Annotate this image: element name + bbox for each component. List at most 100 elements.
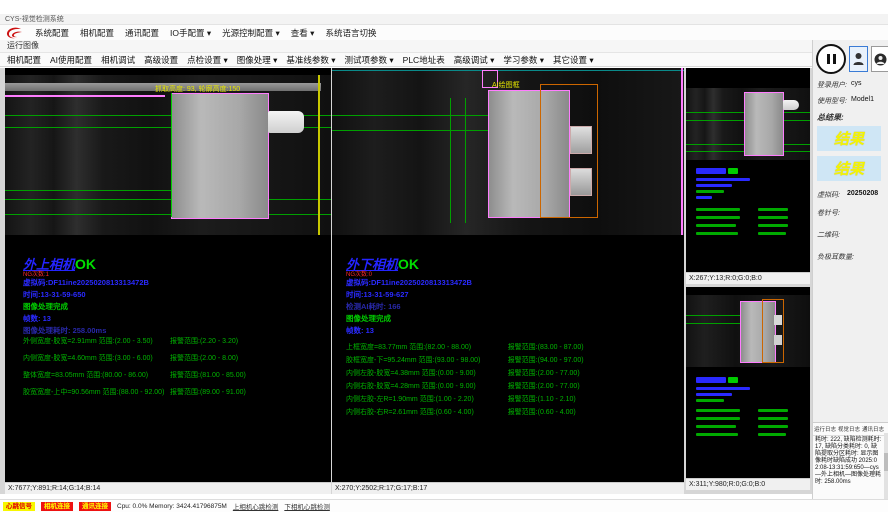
mini-text-bar xyxy=(696,417,740,420)
camera-panel-outer-top[interactable]: 抓取高度: 93, 轮廓高度:150 外上相机OK NG次数:1 虚拟码:DF1… xyxy=(5,68,331,494)
measurement-rows: 上框宽度=83.77mm 范围:(82.00 - 88.00)报警范围:(83.… xyxy=(346,342,676,426)
mini-text-bar xyxy=(696,184,732,187)
model-label: 使用型号: xyxy=(817,96,847,106)
toolbar-image-processing[interactable]: 图像处理 ▾ xyxy=(237,54,278,66)
log-tab-comm[interactable]: 通讯日志 xyxy=(862,425,884,433)
log-tab-vision[interactable]: 视觉日志 xyxy=(838,425,860,433)
pause-icon xyxy=(827,54,830,64)
ai-elapsed-text: 检测AI耗时: 166 xyxy=(346,301,401,312)
alarm-range: 报警范围:(2.00 - 8.00) xyxy=(170,353,238,363)
mini-text-bar xyxy=(696,433,738,436)
log-scrollbar[interactable] xyxy=(884,433,888,499)
overlay-green-line xyxy=(5,199,331,200)
tab-run-image[interactable]: 运行图像 xyxy=(7,41,39,50)
mini-camera-image[interactable] xyxy=(686,295,810,367)
alarm-range: 报警范围:(2.00 - 77.00) xyxy=(508,368,580,378)
toolbar-plc-address[interactable]: PLC地址表 xyxy=(403,54,445,66)
measurement-row: 内侧左胶-胶宽=4.38mm 范围:(0.00 - 9.00)报警范围:(2.0… xyxy=(346,368,676,378)
mini-text-bar xyxy=(696,190,724,193)
log-tabs: 运行日志 视觉日志 通讯日志 xyxy=(813,423,888,436)
user-login-button[interactable] xyxy=(849,46,868,72)
mini-text-bar xyxy=(758,425,788,428)
toolbar-camera-config[interactable]: 相机配置 xyxy=(7,54,41,66)
menu-item-view[interactable]: 查看 ▾ xyxy=(291,27,315,39)
mini-text-bar xyxy=(758,208,788,211)
mini-text-bar xyxy=(696,216,740,219)
log-panel: 运行日志 视觉日志 通讯日志 耗时: 222, 缺陷检测耗时: 17, 缺陷分类… xyxy=(813,422,888,499)
menu-item-language-switch[interactable]: 系统语言切换 xyxy=(325,27,376,39)
heartbeat-badge: 心跳信号 xyxy=(3,502,35,511)
overlay-magenta-line xyxy=(5,95,165,97)
mini-camera-image[interactable] xyxy=(686,88,810,160)
ai-box-label: AI绘图框 xyxy=(492,80,520,90)
mini-text-bar xyxy=(696,232,738,235)
camera-image-outer-bottom[interactable]: AI绘图框 xyxy=(332,68,684,235)
result-box-1: 结果 xyxy=(817,126,881,151)
measurement-row: 胶框宽度-下=95.24mm 范围:(93.00 - 98.00)报警范围:(9… xyxy=(346,355,676,365)
alarm-range: 报警范围:(89.00 - 91.00) xyxy=(170,387,246,397)
menu-item-light-config[interactable]: 光源控制配置 ▾ xyxy=(222,27,280,39)
overlay-green-line xyxy=(5,190,175,191)
log-text: 耗时: 222, 缺陷检测耗时: 17, 缺陷分类耗时: 0, 缺陷提取分区耗时… xyxy=(813,436,888,487)
mini-result-text xyxy=(696,168,800,264)
frame-count-text: 帧数: 13 xyxy=(23,313,51,324)
menu-item-system-config[interactable]: 系统配置 xyxy=(35,27,69,39)
content-area: 抓取高度: 93, 轮廓高度:150 外上相机OK NG次数:1 虚拟码:DF1… xyxy=(0,68,812,494)
process-elapsed-text: 图像处理耗时: 258.00ms xyxy=(23,325,106,336)
camera-panel-outer-bottom[interactable]: AI绘图框 外下相机OK NG次数:0 虚拟码:DF11ine202502081… xyxy=(332,68,684,494)
alarm-range: 报警范围:(1.10 - 2.10) xyxy=(508,394,576,404)
measure-value: 内侧宽度-胶宽=4.60mm 范围:(3.00 - 6.00) xyxy=(23,355,153,362)
result-box-2: 结果 xyxy=(817,156,881,181)
total-result-label: 总结果: xyxy=(817,112,844,123)
alarm-range: 报警范围:(81.00 - 85.00) xyxy=(170,370,246,380)
qr-code-label: 二维码: xyxy=(817,230,840,240)
toolbar-advanced-debug[interactable]: 高级调试 ▾ xyxy=(454,54,495,66)
camera-connect-badge: 相机连接 xyxy=(41,502,73,511)
window-title: CYS-视觉检测系统 xyxy=(5,16,64,23)
toolbar-spot-check[interactable]: 点检设置 ▾ xyxy=(187,54,228,66)
menu-item-io-config[interactable]: IO手配置 ▾ xyxy=(170,27,211,39)
metal-tab-image xyxy=(570,126,592,154)
pause-button[interactable] xyxy=(816,44,846,74)
toolbar-learning-params[interactable]: 学习参数 ▾ xyxy=(503,54,544,66)
mini-camera-panel-top[interactable]: X:267;Y:13;R:0;G:0;B:0 xyxy=(686,68,810,284)
toolbar-other-settings[interactable]: 其它设置 ▾ xyxy=(553,54,594,66)
overlay-green-edge xyxy=(171,93,172,217)
window-titlebar: CYS-视觉检测系统 xyxy=(0,14,888,25)
tab-row: 运行图像 xyxy=(0,40,812,52)
time-text: 时间:13-31-59-627 xyxy=(346,289,409,300)
menu-item-comm-config[interactable]: 通讯配置 xyxy=(125,27,159,39)
lower-camera-heartbeat-link[interactable]: 下相机心跳检测 xyxy=(284,501,330,511)
mini-camera-panel-bottom[interactable]: X:311;Y:980;R:0;G:0;B:0 xyxy=(686,287,810,490)
overlay-green-line xyxy=(5,214,331,215)
control-sidebar: 登录用户: cys 使用型号: Model1 总结果: 结果 结果 虚拟码: 2… xyxy=(812,40,888,499)
measure-value: 外侧宽度-胶宽=2.91mm 范围:(2.00 - 3.50) xyxy=(23,338,153,345)
toolbar-baseline-params[interactable]: 基准线参数 ▾ xyxy=(286,54,335,66)
toolbar-ai-config[interactable]: AI使用配置 xyxy=(50,54,92,66)
toolbar-test-params[interactable]: 测试项参数 ▾ xyxy=(345,54,394,66)
mini-text-bar xyxy=(758,409,788,412)
mini-text-bar xyxy=(758,433,786,436)
app-logo-icon xyxy=(6,27,24,39)
mini-result-text xyxy=(696,377,800,477)
log-tab-run[interactable]: 运行日志 xyxy=(814,425,836,433)
mini-title-bar xyxy=(696,377,726,383)
cpu-memory-text: Cpu: 0.0% Memory: 3424.41796875M xyxy=(117,503,227,510)
toolbar-camera-debug[interactable]: 相机调试 xyxy=(101,54,135,66)
menu-item-camera-config[interactable]: 相机配置 xyxy=(80,27,114,39)
mini-text-bar xyxy=(696,393,732,396)
mini-text-bar xyxy=(758,224,788,227)
battery-cell-image xyxy=(744,92,784,156)
scroll-thumb[interactable] xyxy=(884,453,888,471)
barcode-text: 虚拟码:DF11ine2025020813313472B xyxy=(23,277,149,288)
battery-cell-image xyxy=(171,93,269,219)
mini-text-bar xyxy=(696,399,724,402)
overlay-green-vline xyxy=(450,98,451,223)
pixel-coordinate-status: X:270;Y:2502;R:17;G:17;B:17 xyxy=(332,482,684,494)
upper-camera-heartbeat-link[interactable]: 上相机心跳检测 xyxy=(233,501,279,511)
camera-image-outer-top[interactable]: 抓取高度: 93, 轮廓高度:150 xyxy=(5,75,331,235)
measure-value: 内侧左胶-左R=1.90mm 范围:(1.00 - 2.20) xyxy=(346,396,474,403)
toolbar-advanced-settings[interactable]: 高级设置 xyxy=(144,54,178,66)
user-manage-button[interactable] xyxy=(871,46,888,72)
mini-text-bar xyxy=(758,417,788,420)
